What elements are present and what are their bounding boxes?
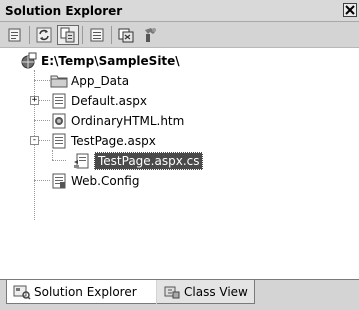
tree-item-label: OrdinaryHTML.htm bbox=[71, 114, 185, 128]
toolbar bbox=[0, 22, 359, 48]
toolbar-separator bbox=[29, 25, 30, 44]
tree-item-label: TestPage.aspx bbox=[71, 134, 156, 148]
tree-connector-line bbox=[52, 160, 66, 161]
folder-icon bbox=[50, 72, 68, 90]
tab-class-view[interactable]: Class View bbox=[157, 280, 255, 304]
tree-connector-line bbox=[34, 80, 50, 81]
view-designer-icon[interactable] bbox=[115, 25, 137, 45]
cs-code-file-icon bbox=[73, 152, 91, 170]
view-code-icon[interactable] bbox=[86, 25, 108, 45]
tree-item-label: Web.Config bbox=[71, 174, 140, 188]
tree-item-testpage-aspx[interactable]: TestPage.aspx bbox=[50, 131, 156, 151]
web-site-icon bbox=[20, 52, 38, 70]
aspx-page-icon bbox=[50, 92, 68, 110]
toolbar-separator bbox=[111, 25, 112, 44]
tree-connector-line bbox=[39, 100, 50, 101]
tab-solution-explorer[interactable]: Solution Explorer bbox=[6, 280, 156, 304]
tree-connector-line bbox=[34, 70, 35, 220]
solution-explorer-icon bbox=[13, 284, 31, 300]
copy-web-site-icon[interactable] bbox=[139, 25, 161, 45]
tree-root-label: E:\Temp\SampleSite\ bbox=[41, 54, 180, 68]
properties-icon[interactable] bbox=[4, 25, 26, 45]
tree-connector-line bbox=[52, 150, 53, 160]
refresh-icon[interactable] bbox=[33, 25, 55, 45]
expand-default-aspx-icon[interactable]: + bbox=[30, 96, 39, 105]
tab-label: Solution Explorer bbox=[34, 284, 137, 299]
tab-strip: Solution Explorer Class View bbox=[0, 279, 359, 310]
tree-item-app-data[interactable]: App_Data bbox=[50, 71, 129, 91]
tree-item-web-config[interactable]: Web.Config bbox=[50, 171, 139, 191]
tree-item-label: App_Data bbox=[71, 74, 130, 88]
tree-item-label: TestPage.aspx.cs bbox=[94, 152, 204, 170]
class-view-icon bbox=[163, 284, 181, 300]
tree-root-web-site[interactable]: E:\Temp\SampleSite\ bbox=[20, 51, 180, 71]
tree-connector-line bbox=[34, 180, 50, 181]
toolbar-separator bbox=[82, 25, 83, 44]
tree-item-label: Default.aspx bbox=[71, 94, 147, 108]
config-file-icon bbox=[50, 172, 68, 190]
tab-label: Class View bbox=[184, 284, 248, 299]
aspx-page-icon bbox=[50, 132, 68, 150]
window-title: Solution Explorer bbox=[5, 4, 123, 18]
solution-explorer-panel: Solution Explorer E:\Temp\SampleSite\ Ap… bbox=[0, 0, 359, 310]
html-page-icon bbox=[50, 112, 68, 130]
nest-related-files-icon[interactable] bbox=[57, 24, 79, 45]
tree-connector-line bbox=[34, 120, 50, 121]
title-bar: Solution Explorer bbox=[0, 0, 359, 22]
solution-tree: E:\Temp\SampleSite\ App_Data + Default.a… bbox=[0, 49, 359, 279]
close-icon[interactable] bbox=[343, 3, 357, 17]
tree-connector-line bbox=[39, 140, 50, 141]
tree-item-default-aspx[interactable]: Default.aspx bbox=[50, 91, 147, 111]
collapse-testpage-aspx-icon[interactable]: - bbox=[30, 136, 39, 145]
tree-item-ordinaryhtml-htm[interactable]: OrdinaryHTML.htm bbox=[50, 111, 184, 131]
tree-item-testpage-aspx-cs[interactable]: TestPage.aspx.cs bbox=[73, 151, 204, 171]
